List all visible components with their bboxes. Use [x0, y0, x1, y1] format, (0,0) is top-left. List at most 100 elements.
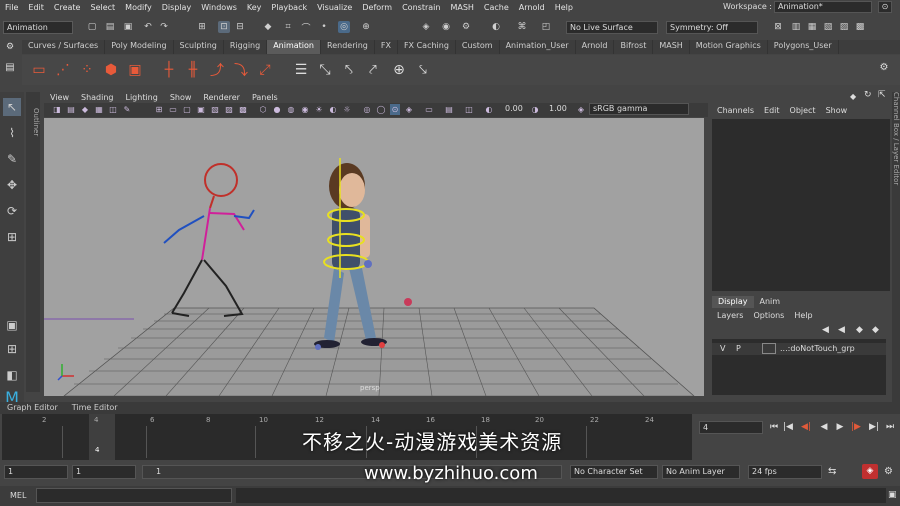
layout-four-icon[interactable]: ⊞ [3, 340, 21, 358]
play-backward-icon[interactable]: ◀ [818, 420, 830, 434]
tab-anim[interactable]: Anim [754, 296, 787, 308]
menu-playback[interactable]: Playback [266, 3, 312, 12]
depth-of-field-icon[interactable]: ◫ [464, 104, 474, 115]
hud-icon[interactable]: ▭ [424, 104, 434, 115]
move-tool-icon[interactable]: ✥ [3, 176, 21, 194]
playhead[interactable] [89, 414, 115, 460]
sidebar-toggle-icon[interactable]: ▥ [790, 21, 802, 33]
tab-time-editor[interactable]: Time Editor [65, 402, 125, 414]
wireframe-on-shaded-icon[interactable]: ◍ [286, 104, 296, 115]
exposure-value[interactable]: 0.00 [505, 104, 523, 113]
render-settings-icon[interactable]: ⚙ [460, 21, 472, 33]
select-camera-icon[interactable]: ◨ [52, 104, 62, 115]
go-to-end-icon[interactable]: ⏭ [884, 420, 896, 434]
undo-icon[interactable]: ↶ [142, 21, 154, 33]
shelf-scroll-icon[interactable]: ⚙ [878, 62, 890, 74]
menuset-dropdown[interactable]: Animation [3, 21, 73, 34]
shelf-tab-fx-caching[interactable]: FX Caching [398, 40, 456, 54]
shelf-tab-mash[interactable]: MASH [653, 40, 690, 54]
mel-input[interactable] [36, 488, 232, 503]
character-set-dropdown[interactable]: No Character Set [570, 465, 658, 479]
start-time-field[interactable]: 1 [4, 465, 68, 479]
parent-constraint-icon[interactable]: ☰ [292, 61, 310, 79]
xray-joints-icon[interactable]: ◯ [376, 104, 386, 115]
exposure-icon[interactable]: ◐ [484, 104, 494, 115]
aim-constraint-icon[interactable]: ⊕ [390, 61, 408, 79]
gamma-icon[interactable]: ◑ [530, 104, 540, 115]
channel-box-side-tab[interactable]: Channel Box / Layer Editor [892, 92, 900, 402]
step-back-key-icon[interactable]: |◀ [782, 420, 794, 434]
antialias-icon[interactable]: ◈ [404, 104, 414, 115]
tool-settings-icon[interactable]: ▨ [838, 21, 850, 33]
history-icon[interactable]: ⊕ [360, 21, 372, 33]
shelf-tab-polygons-user[interactable]: Polygons_User [768, 40, 839, 54]
two-d-pan-icon[interactable]: ◫ [108, 104, 118, 115]
shelf-tab-poly-modeling[interactable]: Poly Modeling [105, 40, 174, 54]
wireframe-icon[interactable]: ⬡ [258, 104, 268, 115]
new-layer-selected-icon[interactable]: ◆ [872, 325, 879, 335]
step-forward-key-icon[interactable]: ▶| [868, 420, 880, 434]
key-rotate-icon[interactable]: ⤵ [232, 61, 250, 79]
options-menu[interactable]: Options [748, 311, 789, 320]
menu-cache[interactable]: Cache [479, 3, 514, 12]
scale-tool-icon[interactable]: ⊞ [3, 228, 21, 246]
menu-windows[interactable]: Windows [196, 3, 242, 12]
menu-select[interactable]: Select [85, 3, 120, 12]
safe-action-icon[interactable]: ▨ [224, 104, 234, 115]
layout-split-icon[interactable]: ◧ [3, 366, 21, 384]
shelf-tab-arnold[interactable]: Arnold [576, 40, 615, 54]
tab-graph-editor[interactable]: Graph Editor [0, 402, 65, 414]
color-management-icon[interactable]: ◈ [576, 104, 586, 115]
shelf-tab-custom[interactable]: Custom [456, 40, 500, 54]
shelf-tab-fx[interactable]: FX [375, 40, 398, 54]
stick-figure-rig[interactable] [163, 163, 255, 317]
turntable-icon[interactable]: ⬢ [102, 61, 120, 79]
layer-move-down-icon[interactable]: ◀ [838, 325, 845, 335]
set-key-icon[interactable]: ┼ [160, 61, 178, 79]
xray-icon[interactable]: ◎ [362, 104, 372, 115]
outliner-tab[interactable]: Outliner [26, 92, 40, 392]
play-forward-icon[interactable]: ▶ [834, 420, 846, 434]
shadows-icon[interactable]: ◐ [328, 104, 338, 115]
scale-constraint-icon[interactable]: ⤤ [364, 61, 382, 79]
shelf-tab-rendering[interactable]: Rendering [321, 40, 375, 54]
ghost-icon[interactable]: ⁘ [78, 61, 96, 79]
script-editor-icon[interactable]: ▣ [888, 490, 897, 500]
attribute-editor-icon[interactable]: ▧ [822, 21, 834, 33]
symmetry-dropdown[interactable]: Symmetry: Off [666, 21, 758, 34]
live-surface-field[interactable]: No Live Surface [566, 21, 658, 34]
key-translate-icon[interactable]: ⤴ [208, 61, 226, 79]
menu-visualize[interactable]: Visualize [312, 3, 357, 12]
shelf-tab-motion-graphics[interactable]: Motion Graphics [690, 40, 768, 54]
motion-trail-icon[interactable]: ⋰ [54, 61, 72, 79]
layer-playback[interactable]: P [736, 344, 741, 353]
shelf-tab-curves[interactable]: Curves / Surfaces [22, 40, 106, 54]
gate-mask-icon[interactable]: ▣ [196, 104, 206, 115]
field-chart-icon[interactable]: ▧ [210, 104, 220, 115]
channel-object-menu[interactable]: Object [785, 106, 821, 115]
channel-box-list[interactable] [712, 119, 890, 291]
workspace-dropdown[interactable]: Animation* [774, 1, 872, 13]
layer-name[interactable]: ...:doNotTouch_grp [780, 344, 855, 353]
menu-file[interactable]: File [0, 3, 23, 12]
view-transform-dropdown[interactable]: sRGB gamma [589, 103, 689, 115]
lasso-tool-icon[interactable]: ⌇ [3, 124, 21, 142]
layer-move-up-icon[interactable]: ◀ [822, 325, 829, 335]
bake-icon[interactable]: ▣ [126, 61, 144, 79]
safe-title-icon[interactable]: ▩ [238, 104, 248, 115]
pin-icon[interactable]: ◆ [850, 92, 860, 102]
paint-select-icon[interactable]: ✎ [3, 150, 21, 168]
snap-view-icon[interactable]: ◎ [338, 21, 350, 33]
breakdown-icon[interactable]: ╫ [184, 61, 202, 79]
float-panel-icon[interactable]: ⇱ [878, 90, 888, 100]
pole-vector-icon[interactable]: ⤥ [414, 61, 432, 79]
viewport-persp[interactable] [44, 118, 704, 396]
anim-layer-dropdown[interactable]: No Anim Layer [662, 465, 740, 479]
key-scale-icon[interactable]: ⤢ [256, 61, 274, 79]
ipr-render-icon[interactable]: ◉ [440, 21, 452, 33]
menu-constrain[interactable]: Constrain [397, 3, 445, 12]
channel-show-menu[interactable]: Show [821, 106, 853, 115]
menu-display[interactable]: Display [157, 3, 197, 12]
transform-lock-icon[interactable]: ⊠ [772, 21, 784, 33]
shelf-tab-rigging[interactable]: Rigging [224, 40, 268, 54]
